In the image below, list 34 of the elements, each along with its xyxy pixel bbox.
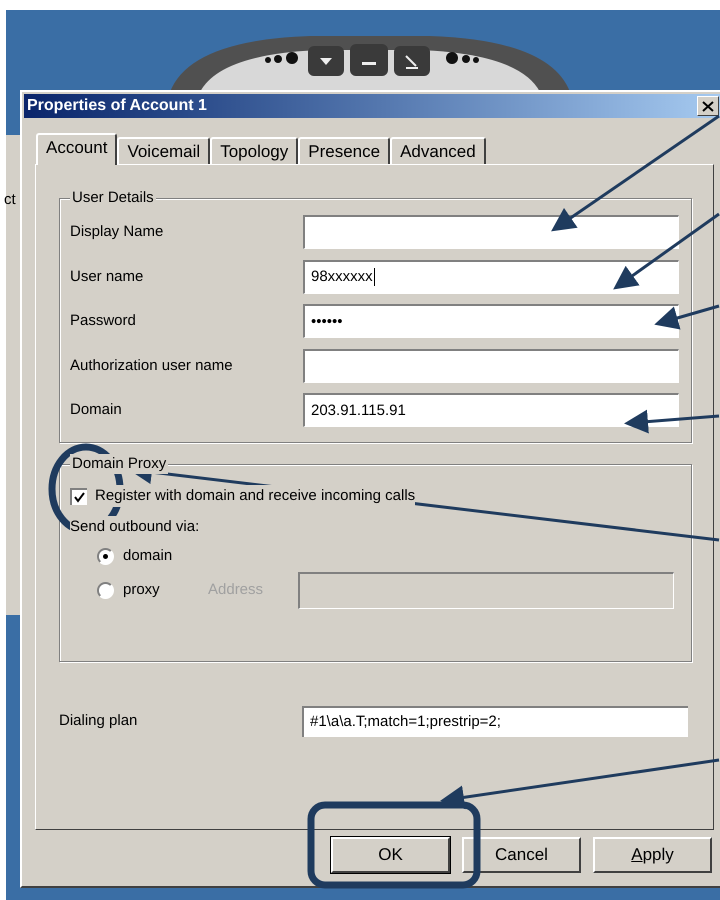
field-label: User name (70, 266, 144, 286)
input-field[interactable]: #1\a\a.T;match=1;prestrip=2; (302, 706, 688, 737)
field-label: Dialing plan (59, 711, 138, 732)
field-label: Authorization user name (70, 356, 234, 376)
window-title: Properties of Account 1 (27, 96, 207, 116)
radio-label: proxy (123, 580, 161, 600)
dialog-button[interactable]: Apply (593, 837, 712, 873)
tab[interactable]: Presence (298, 137, 390, 164)
field-label: Display Name (70, 222, 164, 242)
radio-button[interactable] (97, 582, 114, 598)
radio-button[interactable] (97, 548, 114, 564)
input-field[interactable] (303, 348, 679, 383)
annotation-arrow (654, 304, 720, 330)
checkbox-label: Register with domain and receive incoming calls (95, 484, 416, 508)
radio-label: domain (123, 546, 174, 566)
tab[interactable]: Account (36, 133, 118, 165)
dialog-button[interactable]: OK (331, 837, 450, 873)
tab[interactable]: Topology (210, 137, 298, 164)
input-field[interactable]: •••••• (303, 304, 679, 338)
input-field[interactable] (303, 215, 679, 250)
check-icon (74, 492, 85, 502)
tab[interactable]: Voicemail (117, 137, 210, 164)
group-title: Domain Proxy (70, 454, 168, 474)
checkbox[interactable] (70, 488, 87, 504)
input-field[interactable]: 98xxxxxx (303, 260, 679, 294)
close-button[interactable] (697, 96, 719, 116)
window-text: ct (4, 190, 17, 210)
tab[interactable]: Advanced (390, 137, 486, 164)
dialog-button[interactable]: Cancel (462, 837, 581, 873)
field-label: Domain (70, 400, 123, 420)
input-field[interactable]: 203.91.115.91 (303, 393, 679, 428)
close-icon (702, 100, 714, 112)
input-field[interactable] (298, 572, 674, 608)
field-label: Password (70, 311, 137, 331)
